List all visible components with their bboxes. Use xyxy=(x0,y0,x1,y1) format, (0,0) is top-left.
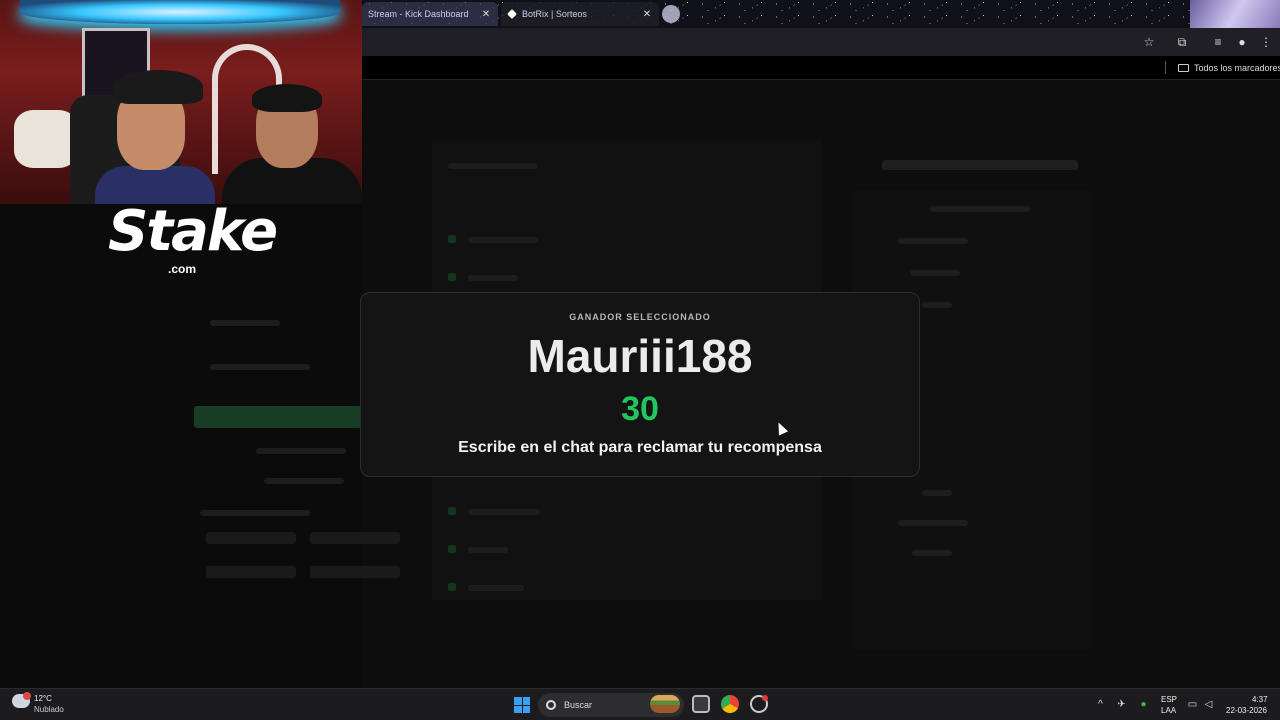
language-line1[interactable]: ESP xyxy=(1161,695,1177,704)
claim-instruction: Escribe en el chat para reclamar tu reco… xyxy=(458,439,822,456)
close-icon[interactable]: ✕ xyxy=(480,9,492,20)
obs-recording-badge xyxy=(762,695,768,701)
microphone-icon[interactable]: ● xyxy=(1138,699,1149,710)
clock-time[interactable]: 4:37 xyxy=(1252,695,1268,704)
webcam-feed xyxy=(0,0,362,204)
browser-theme-image xyxy=(1190,0,1280,28)
notification-badge xyxy=(23,692,31,700)
tab-label: Stream - Kick Dashboard xyxy=(368,9,469,19)
bookmark-star-icon[interactable]: ☆ xyxy=(1141,34,1157,50)
stake-logo-suffix: .com xyxy=(168,262,197,276)
network-icon[interactable]: ✈ xyxy=(1116,699,1127,710)
winner-heading: GANADOR SELECCIONADO xyxy=(569,312,711,322)
display-icon[interactable]: ▭ xyxy=(1187,699,1198,710)
menu-dots-icon[interactable]: ⋮ xyxy=(1258,34,1274,50)
search-icon xyxy=(546,700,556,710)
close-icon[interactable]: ✕ xyxy=(641,9,653,20)
tab-label: BotRix | Sorteos xyxy=(522,9,587,19)
weather-temperature: 12°C xyxy=(34,694,52,703)
bookmarks-separator xyxy=(1165,61,1166,74)
search-label: Buscar xyxy=(564,700,593,710)
countdown-timer: 30 xyxy=(621,390,659,428)
tab-kick-dashboard[interactable]: Stream - Kick Dashboard ✕ xyxy=(362,2,498,26)
bookmarks-bar: Todos los marcadores xyxy=(362,56,1280,80)
new-tab-button[interactable] xyxy=(662,5,680,23)
task-view-icon[interactable] xyxy=(692,695,710,713)
weather-description: Nublado xyxy=(34,705,64,714)
screen: Stake .com Stream - Kick Dashboard ✕ Bot… xyxy=(0,0,1280,720)
language-line2[interactable]: LAA xyxy=(1161,706,1176,715)
volume-icon[interactable]: ◁ xyxy=(1203,699,1214,710)
all-bookmarks-button[interactable]: Todos los marcadores xyxy=(1178,60,1280,76)
browser-toolbar: ☆ ⧉ ≡ ● ⋮ xyxy=(362,28,1280,56)
extensions-icon[interactable]: ⧉ xyxy=(1174,34,1190,50)
botrix-favicon-icon xyxy=(507,9,517,19)
winner-modal: GANADOR SELECCIONADO Mauriii188 30 Escri… xyxy=(360,292,920,477)
chrome-icon[interactable] xyxy=(721,695,739,713)
show-hidden-icons-icon[interactable]: ^ xyxy=(1095,699,1106,710)
winner-name: Mauriii188 xyxy=(527,330,753,382)
windows-taskbar: 12°C Nublado Buscar ^ ✈ ● ESP LAA ▭ ◁ 4:… xyxy=(0,688,1280,720)
tab-botrix-sorteos[interactable]: BotRix | Sorteos ✕ xyxy=(501,2,659,26)
left-background xyxy=(0,280,400,688)
folder-icon xyxy=(1178,64,1189,72)
start-button[interactable] xyxy=(514,697,530,713)
browser-tabstrip: Stream - Kick Dashboard ✕ BotRix | Sorte… xyxy=(362,0,1280,28)
stake-logo: Stake .com xyxy=(108,200,278,280)
address-bar[interactable] xyxy=(362,31,1162,53)
media-control-icon[interactable]: ≡ xyxy=(1210,34,1226,50)
all-bookmarks-label: Todos los marcadores xyxy=(1194,63,1280,73)
search-highlight-burger-icon[interactable] xyxy=(650,695,680,713)
profile-avatar-icon[interactable]: ● xyxy=(1234,34,1250,50)
stake-logo-word: Stake xyxy=(108,199,278,264)
clock-date[interactable]: 22-03-2026 xyxy=(1226,706,1267,715)
